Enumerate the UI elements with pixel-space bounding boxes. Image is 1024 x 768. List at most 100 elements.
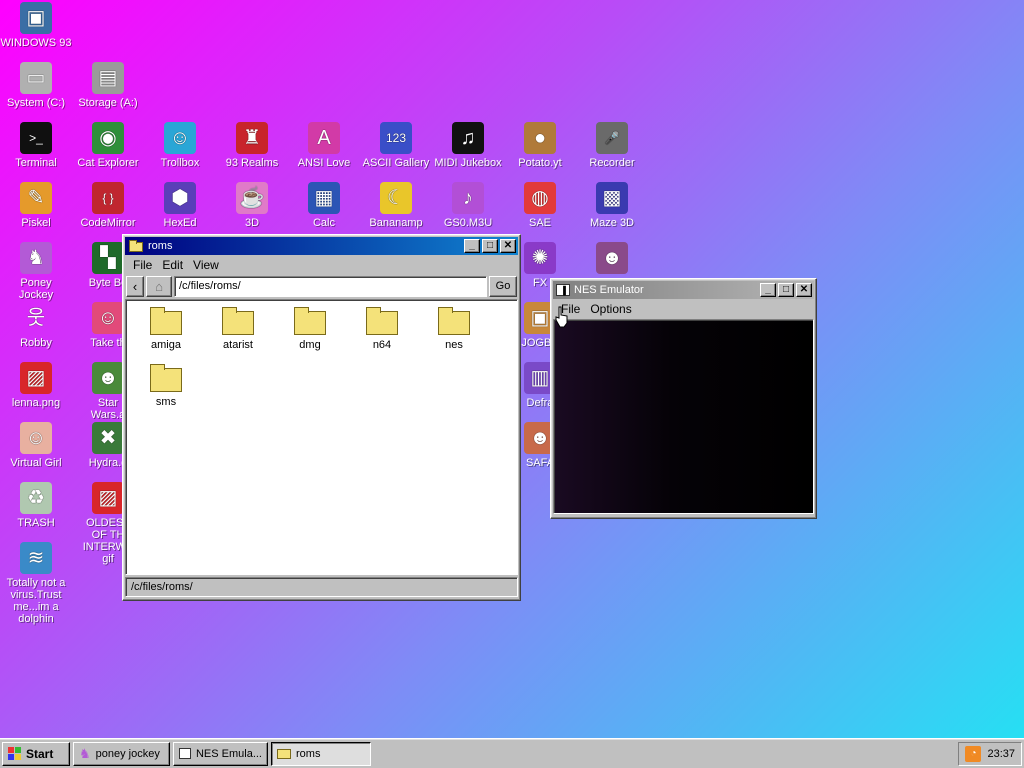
menu-file[interactable]: File — [128, 258, 157, 272]
piskel-icon: ✎ — [20, 182, 52, 214]
back-button[interactable]: ‹ — [126, 275, 144, 297]
emulator-screen[interactable] — [553, 319, 814, 514]
people-icon: ☻ — [596, 242, 628, 274]
close-button[interactable]: ✕ — [500, 239, 516, 253]
menu-view[interactable]: View — [188, 258, 224, 272]
desktop-icon-label: lenna.png — [11, 397, 61, 409]
folder-icon — [150, 364, 182, 392]
desktop-icon[interactable]: 123 ASCII Gallery — [360, 122, 432, 169]
desktop-icon[interactable]: ▨ lenna.png — [0, 362, 72, 409]
go-button[interactable]: Go — [489, 275, 517, 297]
nes-window-icon — [179, 748, 191, 759]
desktop-icon-label: Totally not a virus.Trust me...im a dolp… — [6, 577, 66, 625]
trollbox-icon: ☺ — [164, 122, 196, 154]
desktop-icon[interactable]: ♪ GS0.M3U — [432, 182, 504, 229]
desktop-icon[interactable]: ☺ Trollbox — [144, 122, 216, 169]
desktop-icon[interactable]: ☺ Virtual Girl — [0, 422, 72, 469]
nes-titlebar[interactable]: ▐ NES Emulator _ □ ✕ — [553, 281, 814, 299]
taskbar: Start ♞ poney jockey NES Emula... roms ◔… — [0, 738, 1024, 768]
desktop-icon[interactable]: ▦ Calc — [288, 182, 360, 229]
desktop-icon[interactable]: 웃 Robby — [0, 302, 72, 349]
minimize-button[interactable]: _ — [464, 239, 480, 253]
folder-icon — [128, 239, 144, 253]
desktop-icon[interactable]: ♞ Poney Jockey — [0, 242, 72, 301]
robby-icon: 웃 — [26, 307, 46, 329]
menu-edit[interactable]: Edit — [157, 258, 188, 272]
task-roms[interactable]: roms — [271, 741, 371, 766]
hydra-icon: ✖ — [92, 422, 124, 454]
explorer-menubar: File Edit View — [125, 255, 518, 274]
task-label: roms — [296, 747, 321, 760]
nes-menu-options[interactable]: Options — [585, 302, 636, 316]
desktop-icon[interactable]: ♫ MIDI Jukebox — [432, 122, 504, 169]
desktop-icon[interactable]: A ANSI Love — [288, 122, 360, 169]
desktop-icon-label: ANSI Love — [297, 157, 351, 169]
folder-item[interactable]: amiga — [130, 306, 202, 351]
image-file-icon: ▨ — [20, 362, 52, 394]
desktop-icon[interactable]: { } CodeMirror — [72, 182, 144, 229]
nes-menubar: File Options — [553, 299, 814, 318]
desktop-icon[interactable]: ◉ Cat Explorer — [72, 122, 144, 169]
desktop-icon[interactable]: ▤ Storage (A:) — [72, 62, 144, 109]
desktop-icon[interactable]: ▣ WINDOWS 93 — [0, 2, 72, 49]
desktop-icon[interactable]: ⬢ HexEd — [144, 182, 216, 229]
folder-label: nes — [445, 339, 463, 351]
desktop-icon[interactable]: ◍ SAE — [504, 182, 576, 229]
desktop-icon-label: ASCII Gallery — [362, 157, 430, 169]
folder-label: sms — [155, 396, 177, 408]
task-nes-emulator[interactable]: NES Emula... — [173, 741, 268, 766]
path-input[interactable]: /c/files/roms/ — [174, 275, 487, 297]
desktop-icon[interactable]: >_ Terminal — [0, 122, 72, 169]
desktop-icon[interactable]: ≋ Totally not a virus.Trust me...im a dol… — [0, 542, 72, 625]
desktop-icon[interactable]: ♜ 93 Realms — [216, 122, 288, 169]
minimize-button[interactable]: _ — [760, 283, 776, 297]
desktop-icon-label: Cat Explorer — [77, 157, 139, 169]
desktop-icon[interactable]: ♻ TRASH — [0, 482, 72, 529]
desktop-icon[interactable]: 🎤 Recorder — [576, 122, 648, 169]
folder-item[interactable]: nes — [418, 306, 490, 351]
desktop-icon[interactable]: ▩ Maze 3D — [576, 182, 648, 229]
home-button[interactable]: ⌂ — [146, 275, 172, 297]
folder-item[interactable]: n64 — [346, 306, 418, 351]
poney-icon: ♞ — [79, 745, 91, 761]
desktop-icon-label: 93 Realms — [225, 157, 279, 169]
start-button[interactable]: Start — [2, 741, 70, 766]
computer-icon: ▣ — [20, 2, 52, 34]
mouse-pointer-icon — [555, 306, 568, 328]
folder-icon — [222, 307, 254, 335]
desktop-icon[interactable]: ✎ Piskel — [0, 182, 72, 229]
folder-item[interactable]: dmg — [274, 306, 346, 351]
desktop-icon-label: SAE — [528, 217, 551, 229]
ascii-gallery-icon: 123 — [380, 122, 412, 154]
desktop-icon[interactable]: ☕ 3D — [216, 182, 288, 229]
task-label: NES Emula... — [195, 747, 262, 760]
folder-icon — [366, 307, 398, 335]
desktop-icon[interactable]: ☻ — [576, 242, 648, 277]
folder-label: amiga — [151, 339, 181, 351]
potato-icon: ● — [524, 122, 556, 154]
rss-feed-icon[interactable]: ◔ — [965, 745, 982, 762]
desktop-icon-label: HexEd — [163, 217, 197, 229]
explorer-titlebar[interactable]: roms _ □ ✕ — [125, 237, 518, 255]
desktop-icon[interactable]: ▭ System (C:) — [0, 62, 72, 109]
trash-icon: ♻ — [20, 482, 52, 514]
task-poney-jockey[interactable]: ♞ poney jockey — [73, 741, 170, 766]
back-arrow-icon: ‹ — [132, 278, 138, 294]
folder-item[interactable]: sms — [130, 363, 202, 408]
close-button[interactable]: ✕ — [796, 283, 812, 297]
desktop-icon-label: Poney Jockey — [18, 277, 54, 301]
microphone-icon: 🎤 — [596, 122, 628, 154]
maximize-button[interactable]: □ — [482, 239, 498, 253]
gif-file-icon: ▨ — [92, 482, 124, 514]
folder-label: n64 — [372, 339, 392, 351]
folder-item[interactable]: atarist — [202, 306, 274, 351]
virtual-girl-icon: ☺ — [20, 422, 52, 454]
ansi-love-icon: A — [308, 122, 340, 154]
clock[interactable]: 23:37 — [987, 748, 1015, 760]
status-text: /c/files/roms/ — [131, 581, 193, 593]
desktop-icon[interactable]: ● Potato.yt — [504, 122, 576, 169]
maximize-button[interactable]: □ — [778, 283, 794, 297]
desktop-icon[interactable]: ☾ Bananamp — [360, 182, 432, 229]
task-label: poney jockey — [95, 747, 160, 760]
explorer-window: roms _ □ ✕ File Edit View ‹ ⌂ /c/files/r… — [122, 234, 521, 601]
